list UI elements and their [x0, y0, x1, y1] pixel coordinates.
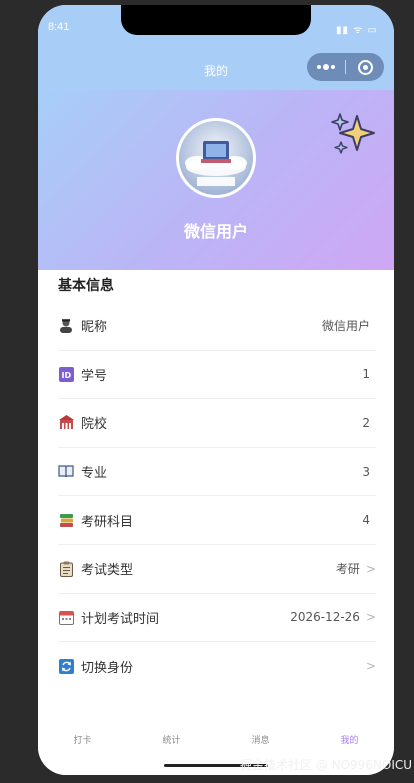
row-value: 微信用户 — [321, 319, 370, 334]
row-label: 昵称 — [81, 320, 108, 336]
status-indicators: ▮▮ ᯤ ▭ — [336, 25, 378, 36]
book-icon — [58, 464, 74, 480]
phone-screen: 8:41 ▮▮ ᯤ ▭ 我的 微信用户 基本信息 昵称 微信用户 ID 学号 1… — [38, 5, 394, 775]
tab-statistics[interactable]: 统计 — [127, 727, 216, 775]
section-title: 基本信息 — [58, 278, 114, 294]
row-value: 4 — [362, 513, 370, 528]
device-notch — [121, 5, 311, 35]
watermark: 掘金技术社区 @ NO996NOICU — [240, 758, 413, 772]
row-value: 2 — [362, 415, 370, 430]
clipboard-icon — [58, 561, 74, 577]
row-value: 1 — [362, 367, 370, 382]
books-stack-icon — [58, 512, 74, 528]
row-value: 3 — [362, 464, 370, 479]
profile-nickname: 微信用户 — [183, 222, 248, 241]
sparkle-icon — [331, 113, 375, 154]
row-student-id[interactable]: ID 学号 1 — [58, 351, 376, 400]
svg-text:ID: ID — [61, 371, 71, 380]
close-target-icon[interactable] — [346, 53, 384, 81]
switch-icon — [58, 658, 74, 674]
row-label: 考试类型 — [81, 563, 134, 579]
avatar[interactable] — [176, 118, 256, 198]
more-dots-icon[interactable] — [307, 53, 345, 81]
user-icon — [58, 318, 74, 334]
chevron-right-icon: > — [365, 610, 376, 625]
row-value: 2026-12-26 — [290, 610, 360, 625]
tab-checkin[interactable]: 打卡 — [38, 727, 127, 775]
school-icon — [58, 415, 74, 431]
row-school[interactable]: 院校 2 — [58, 399, 376, 448]
row-label: 切换身份 — [81, 660, 134, 676]
info-list: 昵称 微信用户 ID 学号 1 院校 2 专业 3 考研科目 4 考试类型 考研… — [58, 302, 376, 691]
row-label: 计划考试时间 — [81, 611, 160, 627]
profile-header: 微信用户 — [38, 90, 394, 270]
row-exam-date[interactable]: 计划考试时间 2026-12-26 > — [58, 594, 376, 643]
row-subjects[interactable]: 考研科目 4 — [58, 496, 376, 545]
row-label: 考研科目 — [81, 514, 134, 530]
chevron-right-icon: > — [365, 659, 376, 674]
row-major[interactable]: 专业 3 — [58, 448, 376, 497]
row-switch-identity[interactable]: 切换身份 > — [58, 642, 376, 691]
row-label: 院校 — [81, 417, 108, 433]
calendar-icon — [58, 609, 74, 625]
row-exam-type[interactable]: 考试类型 考研 > — [58, 545, 376, 594]
chevron-right-icon: > — [365, 561, 376, 576]
id-icon: ID — [58, 366, 74, 382]
row-nickname[interactable]: 昵称 微信用户 — [58, 302, 376, 351]
row-label: 学号 — [81, 368, 108, 384]
row-label: 专业 — [81, 466, 108, 482]
row-value: 考研 — [335, 562, 360, 577]
miniprogram-capsule — [307, 53, 384, 81]
status-time: 8:41 — [48, 21, 70, 33]
